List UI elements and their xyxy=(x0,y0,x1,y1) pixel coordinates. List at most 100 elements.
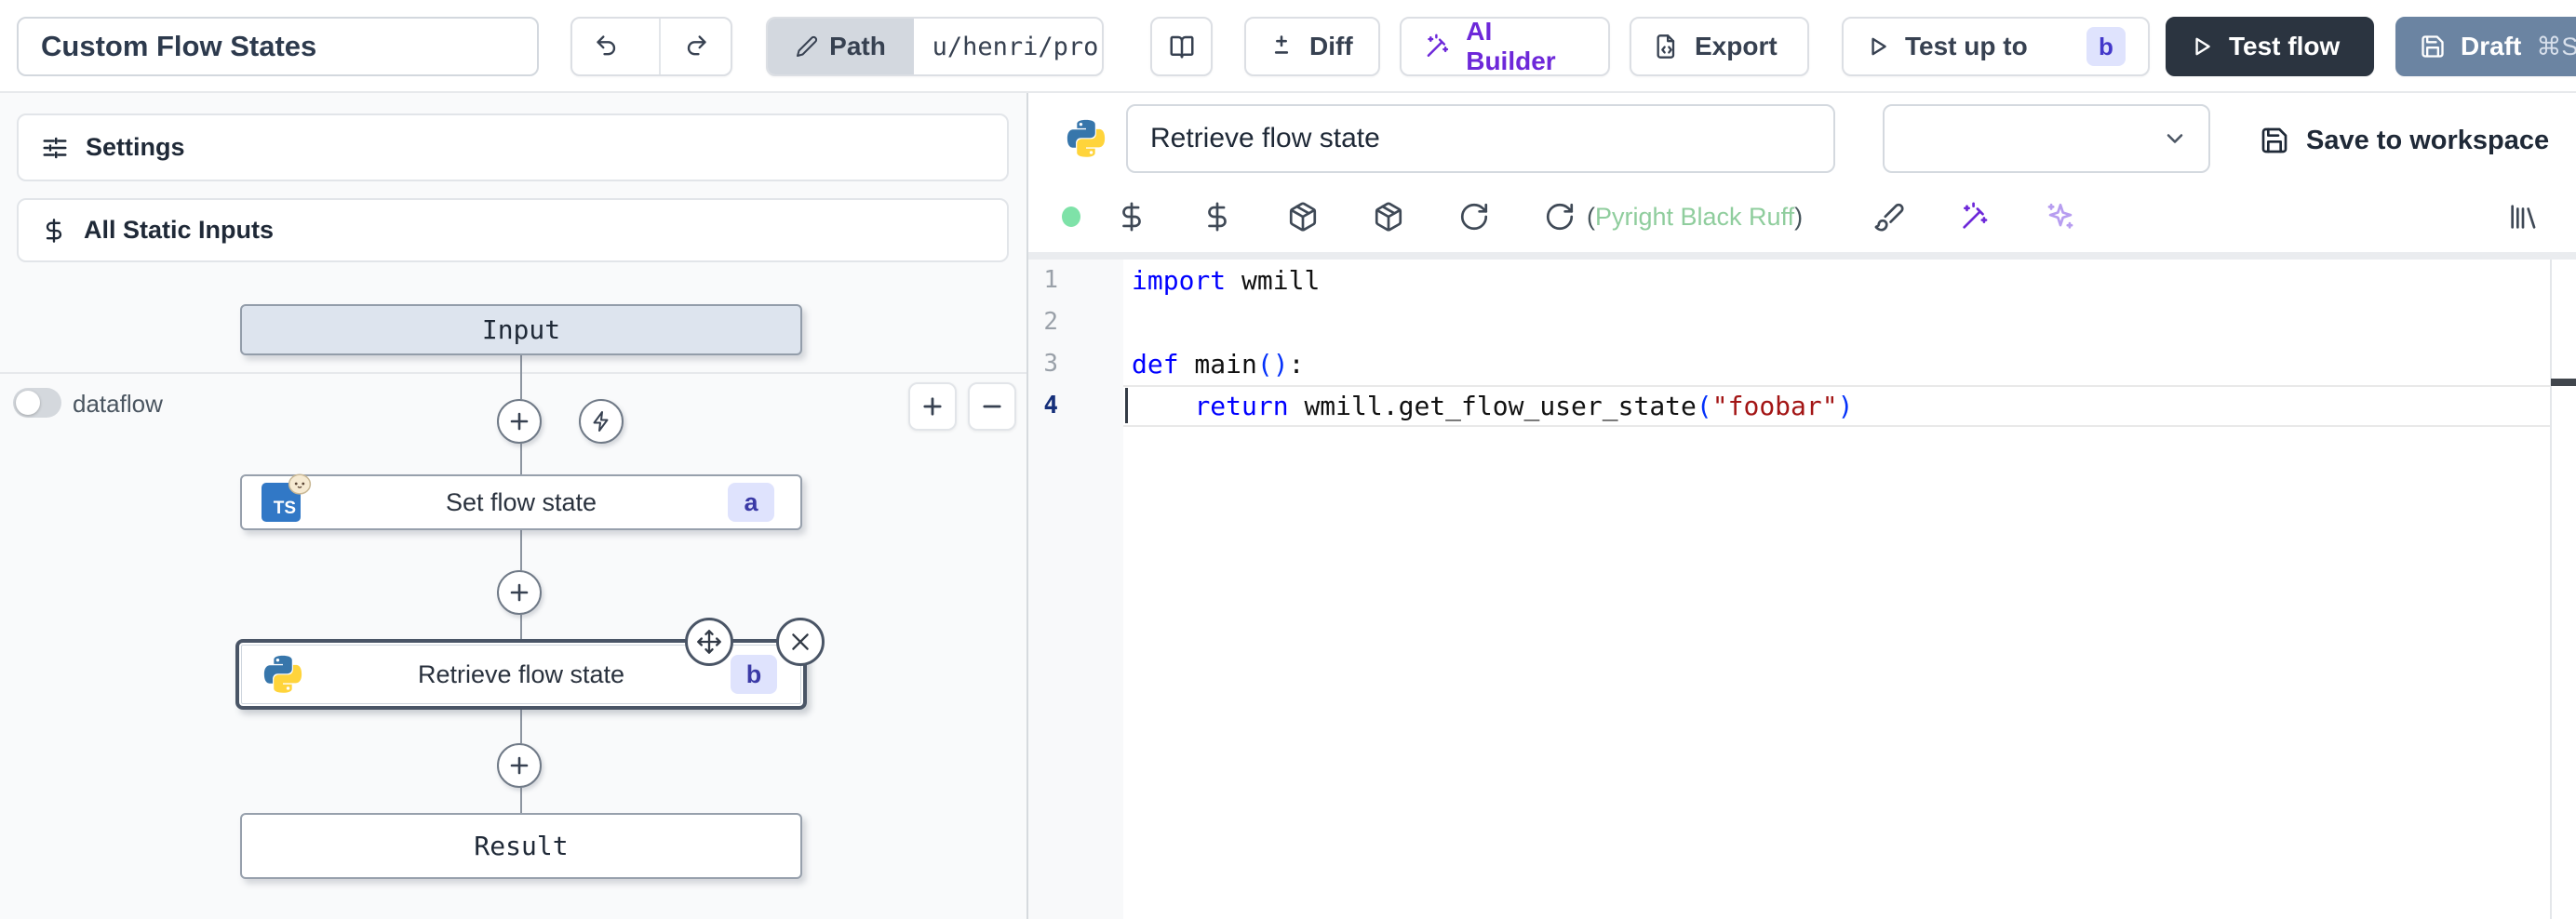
ai-sparkles-icon[interactable] xyxy=(2045,201,2076,233)
code-assistants-status[interactable]: (Pyright Black Ruff) xyxy=(1587,203,1803,232)
top-toolbar: Path u/henri/pro Diff AI Builder Export … xyxy=(0,0,2576,93)
path-value[interactable]: u/henri/pro xyxy=(929,19,1102,74)
draft-shortcut: ⌘S xyxy=(2536,33,2576,61)
assistants-names: Pyright Black Ruff xyxy=(1595,203,1794,231)
diff-icon xyxy=(1268,33,1295,60)
bolt-icon xyxy=(590,410,612,433)
package-icon[interactable] xyxy=(1287,201,1319,233)
arrows-move-icon xyxy=(696,629,722,655)
node-input[interactable]: Input xyxy=(240,304,802,355)
dollar-icon[interactable] xyxy=(1201,201,1233,233)
script-version-dropdown[interactable] xyxy=(1883,104,2210,173)
path-button[interactable]: Path u/henri/pro xyxy=(766,17,1104,76)
reload-icon[interactable] xyxy=(1458,201,1490,233)
node-retrieve-flow-state-label: Retrieve flow state xyxy=(239,660,803,689)
library-icon[interactable] xyxy=(2507,201,2539,233)
edge-input-plus xyxy=(520,355,522,399)
dollar-icon xyxy=(41,218,67,244)
editor-top-divider xyxy=(1028,252,2576,260)
package-icon[interactable] xyxy=(1373,201,1404,233)
plus-icon xyxy=(508,410,530,433)
zoom-out-button[interactable] xyxy=(968,382,1016,431)
add-step-button[interactable] xyxy=(497,743,542,788)
test-flow-button[interactable]: Test flow xyxy=(2166,17,2374,76)
step-name-input[interactable] xyxy=(1126,104,1835,173)
settings-card[interactable]: Settings xyxy=(17,113,1009,181)
plus-icon xyxy=(508,754,530,777)
export-label: Export xyxy=(1695,32,1778,61)
delete-step-button[interactable] xyxy=(776,618,825,666)
line-number: 2 xyxy=(1028,301,1058,343)
add-step-button[interactable] xyxy=(497,399,542,444)
plus-icon xyxy=(508,581,530,604)
test-up-to-button[interactable]: Test up to b xyxy=(1842,17,2150,76)
sliders-icon xyxy=(41,134,69,162)
left-panel-divider xyxy=(0,372,1026,374)
close-icon xyxy=(788,630,812,654)
test-flow-label: Test flow xyxy=(2229,32,2340,61)
zoom-in-button[interactable] xyxy=(908,382,957,431)
lsp-status-dot xyxy=(1062,206,1080,227)
node-result[interactable]: Result xyxy=(240,813,802,879)
move-step-handle[interactable] xyxy=(685,618,733,666)
node-set-flow-state[interactable]: TS Set flow state a xyxy=(240,474,802,530)
edge-plus-retrieve xyxy=(520,615,522,639)
code-line[interactable]: return wmill.get_flow_user_state("foobar… xyxy=(1132,385,1853,427)
save-icon xyxy=(2260,126,2289,155)
draft-label: Draft xyxy=(2461,32,2521,61)
save-icon xyxy=(2420,33,2446,60)
docs-button[interactable] xyxy=(1150,17,1213,76)
dataflow-toggle[interactable] xyxy=(13,388,61,418)
assistants-paren: ) xyxy=(1794,203,1803,231)
format-brush-icon[interactable] xyxy=(1873,201,1905,233)
export-button[interactable]: Export xyxy=(1630,17,1809,76)
node-set-flow-state-label: Set flow state xyxy=(242,488,800,517)
test-up-to-step-badge: b xyxy=(2086,27,2126,66)
add-step-button[interactable] xyxy=(497,570,542,615)
dollar-icon[interactable] xyxy=(1116,201,1147,233)
node-retrieve-flow-state-badge: b xyxy=(731,655,777,694)
ai-builder-label: AI Builder xyxy=(1466,17,1586,76)
add-trigger-button[interactable] xyxy=(579,399,624,444)
redo-icon xyxy=(682,33,708,60)
save-to-workspace-label: Save to workspace xyxy=(2306,126,2549,156)
chevron-down-icon xyxy=(2162,126,2188,152)
redo-button[interactable] xyxy=(659,19,731,74)
diff-button[interactable]: Diff xyxy=(1244,17,1380,76)
ai-builder-button[interactable]: AI Builder xyxy=(1400,17,1610,76)
node-input-label: Input xyxy=(242,314,800,345)
edge-plus-result xyxy=(520,788,522,813)
edge-set-plus xyxy=(520,530,522,570)
line-number-active: 4 xyxy=(1028,385,1058,427)
code-line[interactable]: def main(): xyxy=(1132,343,1304,385)
edge-plus-set xyxy=(520,444,522,474)
save-to-workspace-button[interactable]: Save to workspace xyxy=(2260,116,2549,165)
code-line[interactable]: import wmill xyxy=(1132,260,1320,301)
all-static-inputs-label: All Static Inputs xyxy=(84,216,274,245)
overview-ruler-cursor-mark xyxy=(2551,379,2576,386)
pencil-icon xyxy=(796,35,818,58)
undo-icon xyxy=(595,33,621,60)
play-icon xyxy=(1866,34,1890,59)
diff-label: Diff xyxy=(1309,32,1353,61)
text-cursor xyxy=(1125,388,1128,423)
line-number: 3 xyxy=(1028,343,1058,385)
python-icon xyxy=(1065,117,1107,160)
wand-sparkles-icon xyxy=(1424,33,1451,60)
flow-title-input[interactable] xyxy=(17,17,539,76)
minus-icon xyxy=(979,393,1005,420)
reload-icon[interactable] xyxy=(1544,201,1576,233)
file-code-icon xyxy=(1654,33,1680,60)
dataflow-label: dataflow xyxy=(73,390,163,419)
all-static-inputs-card[interactable]: All Static Inputs xyxy=(17,198,1009,262)
path-edit-segment[interactable]: Path xyxy=(768,19,914,74)
book-open-icon xyxy=(1168,33,1196,60)
undo-button[interactable] xyxy=(572,19,644,74)
undo-redo-group xyxy=(570,17,732,76)
test-up-to-label: Test up to xyxy=(1905,32,2028,61)
node-result-label: Result xyxy=(242,831,800,861)
assistants-paren: ( xyxy=(1587,203,1595,231)
draft-save-button[interactable]: Draft ⌘S xyxy=(2395,17,2576,76)
plus-icon xyxy=(919,393,946,420)
ai-wand-icon[interactable] xyxy=(1959,201,1991,233)
